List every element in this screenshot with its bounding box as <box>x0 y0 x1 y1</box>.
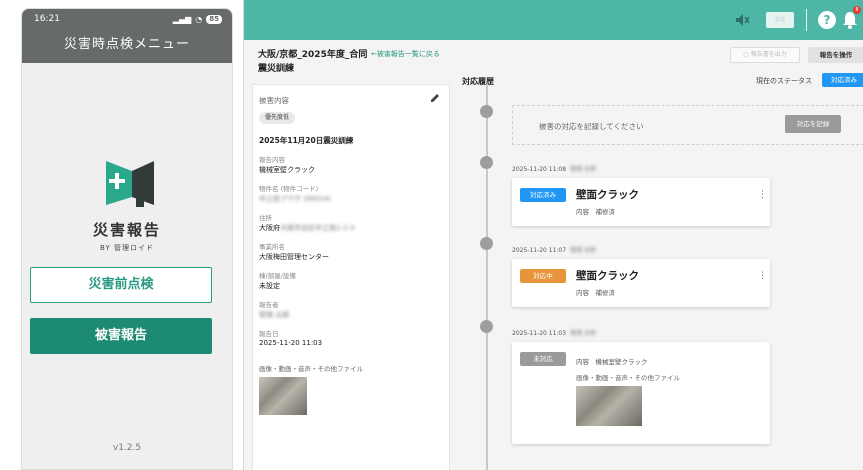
top-bar: 管理 ? 8 <box>244 0 863 40</box>
mobile-title: 災害時点検メニュー <box>63 37 190 52</box>
entry-time: 2025-11-20 11:07 <box>512 247 567 254</box>
page-title: 大阪/京都_2025年度_合同震災訓練 <box>258 50 368 74</box>
brand-title: 災害報告 <box>92 221 161 239</box>
export-report-button[interactable]: ▢ 報告書を出力 <box>730 47 800 63</box>
help-icon[interactable]: ? <box>818 11 836 29</box>
topbar-divider <box>806 9 807 31</box>
entry-timestamp: 2025-11-20 11:07 管理 太郎 <box>512 245 596 254</box>
field-value-report-content: 機械室壁クラック <box>259 166 315 174</box>
entry-time: 2025-11-20 11:03 <box>512 330 567 337</box>
history-card[interactable]: 対応済み 壁面クラック 内容 補修済 ⋮ <box>512 178 770 226</box>
files-label: 画像・動画・音声・その他ファイル <box>259 365 363 373</box>
field-label-report-date: 報告日 <box>259 330 279 338</box>
app-version: v1.2.5 <box>112 443 142 453</box>
current-status-badge: 対応済み <box>822 73 863 87</box>
entry-user: 管理 太郎 <box>570 247 596 254</box>
more-options-icon[interactable]: ⋮ <box>758 272 767 281</box>
desktop-app-screen: 管理 ? 8 大阪/京都_2025年度_合同震災訓練 ←被害報告一覧に戻る ▢ … <box>243 0 863 470</box>
field-label-office: 事業所名 <box>259 243 285 251</box>
history-card[interactable]: 対応中 壁面クラック 内容 補修済 ⋮ <box>512 259 770 307</box>
status-bar: 16:21 ▂▄▆ ◔ 85 <box>22 9 232 29</box>
pre-disaster-check-button[interactable]: 災害前点検 <box>30 267 212 303</box>
card-title: 壁面クラック <box>576 270 639 282</box>
app-logo-megaphone-icon <box>106 161 154 207</box>
history-heading: 対応履歴 <box>462 77 494 86</box>
field-label-property: 物件名 (物件コード) <box>259 185 319 193</box>
timeline-dot <box>480 320 493 333</box>
detail-heading: 被害内容 <box>259 96 289 105</box>
card-title: 壁面クラック <box>576 189 639 201</box>
detail-title: 2025年11月20日震災訓練 <box>259 136 354 145</box>
mobile-app-screen: 16:21 ▂▄▆ ◔ 85 災害時点検メニュー 災害報告 BY 管理ロイド 災… <box>21 8 233 470</box>
timeline-dot <box>480 237 493 250</box>
entry-user: 管理 太郎 <box>570 330 596 337</box>
entry-timestamp: 2025-11-20 11:08 管理 太郎 <box>512 164 596 173</box>
priority-chip: 優先度低 <box>259 112 296 124</box>
record-response-box: 被害の対応を記録してください 対応を記録 <box>512 105 863 145</box>
status-badge: 対応中 <box>520 269 566 283</box>
mute-icon[interactable] <box>734 12 750 28</box>
timeline-dot <box>480 156 493 169</box>
field-label-address: 住所 <box>259 214 272 222</box>
card-files-label: 画像・動画・音声・その他ファイル <box>576 374 680 382</box>
entry-user: 管理 太郎 <box>570 166 596 173</box>
battery-icon: 85 <box>206 14 222 24</box>
operate-report-button[interactable]: 報告を操作 <box>808 47 863 63</box>
address-detail: 大阪市北区中之島1-2-3 <box>280 224 355 232</box>
document-icon: ▢ <box>743 51 751 58</box>
record-placeholder[interactable]: 被害の対応を記録してください <box>539 121 644 132</box>
damage-detail-panel: 被害内容 優先度低 2025年11月20日震災訓練 報告内容 機械室壁クラック … <box>252 84 450 470</box>
field-value-office: 大阪梅田管理センター <box>259 253 329 261</box>
field-label-reporter: 報告者 <box>259 301 279 309</box>
user-menu-chip[interactable]: 管理 <box>766 12 794 28</box>
field-value-reporter: 管理 太郎 <box>259 311 290 319</box>
attachment-thumbnail[interactable] <box>576 386 642 426</box>
field-value-building: 未設定 <box>259 282 280 290</box>
status-indicators: ▂▄▆ ◔ 85 <box>172 14 222 24</box>
field-label-building: 棟/部屋/設備 <box>259 272 296 280</box>
card-meta: 内容 補修済 <box>576 208 615 216</box>
field-value-report-date: 2025-11-20 11:03 <box>259 339 323 347</box>
timeline-line <box>486 84 488 470</box>
card-meta: 内容 補修済 <box>576 289 615 297</box>
export-report-label: 報告書を出力 <box>750 51 787 58</box>
signal-icon: ▂▄▆ <box>172 14 192 24</box>
field-value-property: 中之島プラザ (00014) <box>259 195 331 203</box>
status-badge: 対応済み <box>520 188 566 202</box>
record-response-button[interactable]: 対応を記録 <box>785 115 841 133</box>
status-time: 16:21 <box>34 14 60 24</box>
entry-time: 2025-11-20 11:08 <box>512 166 567 173</box>
more-options-icon[interactable]: ⋮ <box>758 191 767 200</box>
edit-pencil-icon[interactable] <box>430 93 440 103</box>
history-card[interactable]: 未対応 内容 機械室壁クラック 画像・動画・音声・その他ファイル <box>512 342 770 444</box>
back-to-list-link[interactable]: ←被害報告一覧に戻る <box>371 49 440 59</box>
mobile-header: 16:21 ▂▄▆ ◔ 85 災害時点検メニュー <box>22 9 232 63</box>
damage-report-button[interactable]: 被害報告 <box>30 318 212 354</box>
wifi-icon: ◔ <box>195 14 203 24</box>
timeline-dot <box>480 105 493 118</box>
entry-timestamp: 2025-11-20 11:03 管理 太郎 <box>512 328 596 337</box>
card-meta: 内容 機械室壁クラック <box>576 358 648 366</box>
notification-badge: 8 <box>853 6 861 14</box>
field-value-address: 大阪府大阪市北区中之島1-2-3 <box>259 223 354 233</box>
address-prefecture: 大阪府 <box>259 224 280 232</box>
status-badge: 未対応 <box>520 352 566 366</box>
current-status-label: 現在のステータス <box>756 77 812 85</box>
field-label-report-content: 報告内容 <box>259 156 285 164</box>
brand-subtitle: BY 管理ロイド <box>100 244 154 252</box>
attachment-thumbnail[interactable] <box>259 377 307 415</box>
screen: 16:21 ▂▄▆ ◔ 85 災害時点検メニュー 災害報告 BY 管理ロイド 災… <box>0 0 863 470</box>
